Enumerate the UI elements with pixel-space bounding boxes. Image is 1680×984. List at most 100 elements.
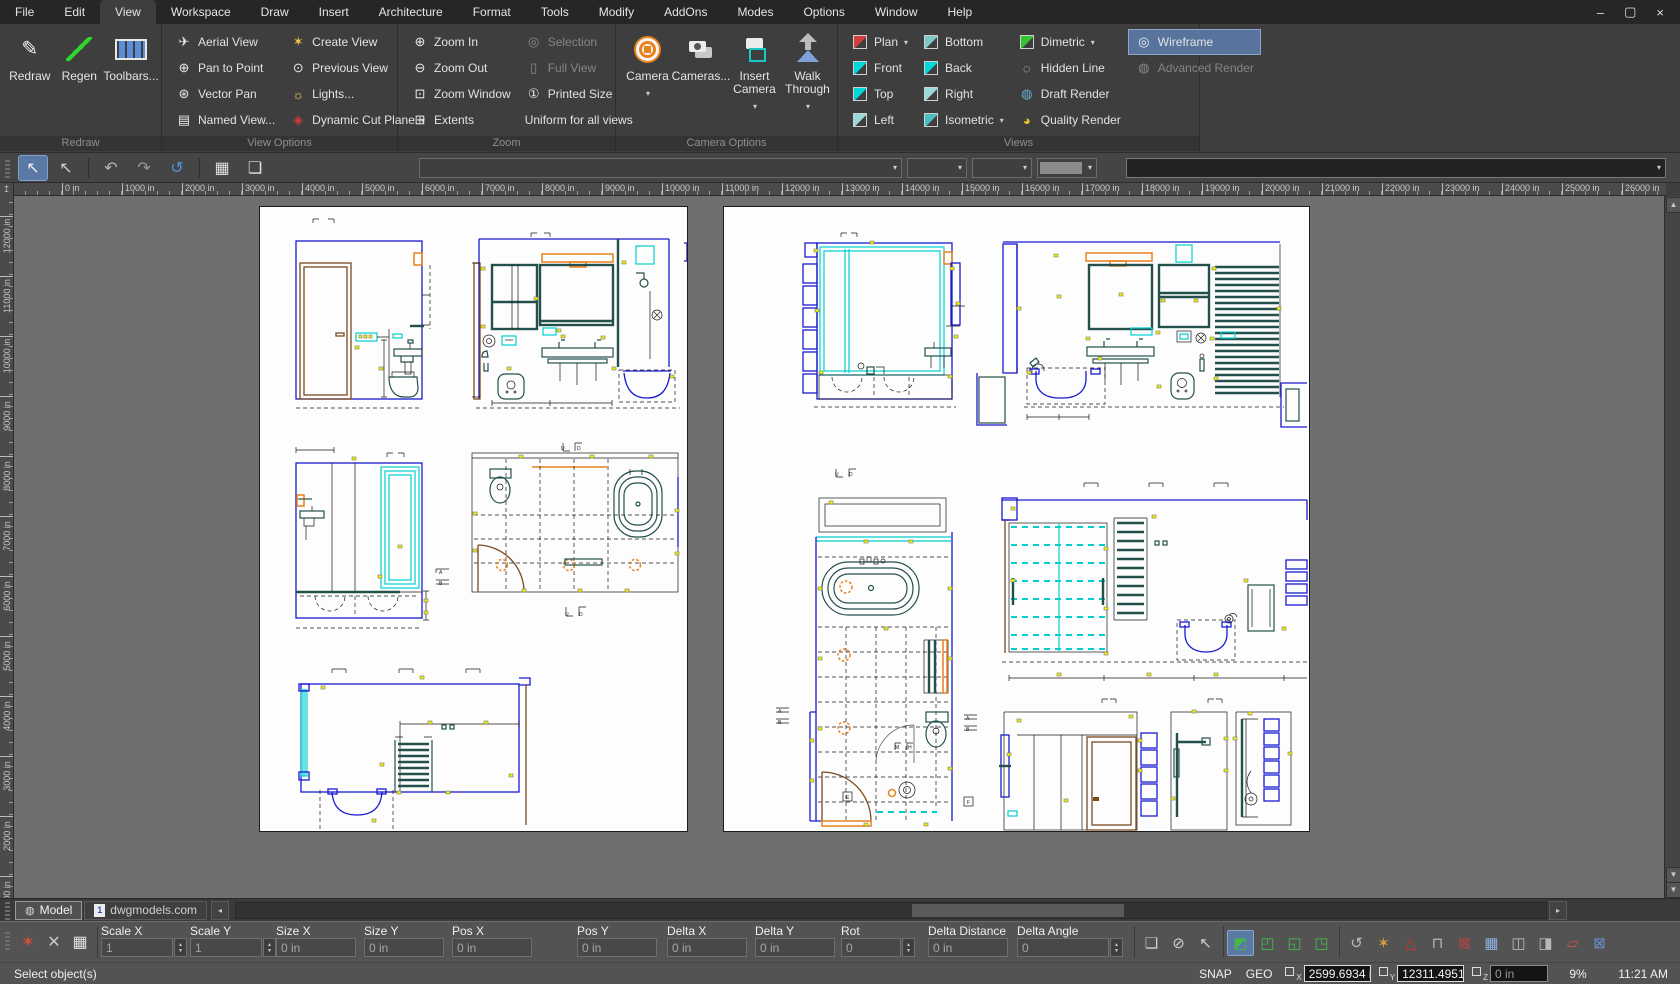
canvas-vertical-scrollbar[interactable]: ▲▼▼ [1664,196,1680,898]
size-x-input[interactable]: 0 in [276,938,356,957]
coordinate-z-field[interactable]: 0 in [1490,965,1548,982]
menu-tools[interactable]: Tools [526,0,584,24]
axis-checkbox-icon[interactable] [1379,967,1388,976]
hidden-line-button[interactable]: ◌Hidden Line [1011,55,1128,81]
zoom-window-button[interactable]: ⊡Zoom Window [404,81,518,107]
scale-x-input[interactable]: 1 [101,938,173,957]
size-y-input[interactable]: 0 in [364,938,444,957]
menu-workspace[interactable]: Workspace [156,0,246,24]
vector-pan-button[interactable]: ⊛Vector Pan [168,81,282,107]
node-select-icon[interactable]: ↖ [52,156,80,180]
walk-through-button[interactable]: Walk Through▾ [782,27,833,132]
hide-object-icon[interactable]: ⊘ [1165,930,1192,956]
delta-warning-icon[interactable]: △ [1397,930,1424,956]
camera-button[interactable]: Camera▾ [622,27,673,132]
coords-pick-icon[interactable]: ✶ [15,929,41,955]
wireframe-button[interactable]: ◎Wireframe [1128,29,1261,55]
draft-render-button[interactable]: ◍Draft Render [1011,81,1128,107]
delta-distance-input[interactable]: 0 in [928,938,1008,957]
menu-insert[interactable]: Insert [304,0,364,24]
aerial-view-button[interactable]: ✈Aerial View [168,29,282,55]
back-button[interactable]: Back [915,55,1011,81]
top-button[interactable]: Top [844,81,915,107]
toolbars-button[interactable]: Toolbars... [105,27,157,132]
propsbar-grip[interactable] [5,930,10,950]
delta-y-input[interactable]: 0 in [755,938,835,957]
tab-scroll-left-button[interactable]: ◂ [211,901,229,920]
regen-button[interactable]: Regen [56,27,104,132]
horizontal-scroll-thumb[interactable] [912,904,1124,917]
loop-select-icon[interactable]: ↺ [163,156,191,180]
coordinate-x-field[interactable]: 2599.6934 in [1304,965,1371,982]
extents-button[interactable]: ⊞Extents [404,107,518,133]
cameras-button[interactable]: Cameras... [675,27,727,132]
menu-help[interactable]: Help [933,0,988,24]
explode-icon[interactable]: ✶ [1370,930,1397,956]
sheets-icon[interactable]: ❏ [241,156,269,180]
menu-addons[interactable]: AddOns [649,0,722,24]
axis-checkbox-icon[interactable] [1285,967,1294,976]
menu-format[interactable]: Format [458,0,526,24]
crossing-select-icon[interactable]: ◱ [1281,930,1308,956]
polygon-select-icon[interactable]: ◰ [1254,930,1281,956]
match-icon[interactable]: ◨ [1532,930,1559,956]
toggle-geo[interactable]: GEO [1243,967,1276,981]
canvas-horizontal-scrollbar[interactable] [235,902,1547,919]
menu-draw[interactable]: Draw [246,0,304,24]
array-icon[interactable]: ▦ [1478,930,1505,956]
spinner[interactable]: ▲▼ [174,938,187,957]
zoom-in-button[interactable]: ⊕Zoom In [404,29,518,55]
window-select-icon[interactable]: ◩ [1227,930,1254,956]
pan-to-point-button[interactable]: ⊕Pan to Point [168,55,282,81]
tabbar-grip[interactable] [5,900,10,920]
node-edit-icon[interactable]: ↖ [1192,930,1219,956]
dimetric-button[interactable]: Dimetric▾ [1011,29,1128,55]
rotate-icon[interactable]: ↺ [1343,930,1370,956]
spinner[interactable]: ▲▼ [263,938,276,957]
redraw-button[interactable]: ✎Redraw [6,27,54,132]
close-icon[interactable]: × [1656,5,1664,20]
lineweight-combo[interactable]: ▾ [1037,158,1097,178]
menu-edit[interactable]: Edit [49,0,100,24]
minimize-icon[interactable]: – [1597,5,1604,20]
menu-architecture[interactable]: Architecture [364,0,458,24]
isometric-button[interactable]: Isometric▾ [915,107,1011,133]
table-icon[interactable]: ▦ [208,156,236,180]
tab-dwgmodels-com[interactable]: 1dwgmodels.com [84,901,207,920]
delta-angle-input[interactable]: 0 [1017,938,1109,957]
linetype-combo[interactable]: ▾ [972,158,1032,178]
pan-object-icon[interactable]: ❏ [1138,930,1165,956]
offset-icon[interactable]: ◫ [1505,930,1532,956]
spinner[interactable]: ▲▼ [1110,938,1123,957]
right-button[interactable]: Right [915,81,1011,107]
menu-modes[interactable]: Modes [722,0,788,24]
toggle-snap[interactable]: SNAP [1196,967,1235,981]
redo-icon[interactable]: ↷ [130,156,158,180]
toolbar-grip[interactable] [5,158,10,178]
drawing-canvas[interactable]: UDUDAB [14,196,1666,898]
pos-y-input[interactable]: 0 in [577,938,657,957]
pos-x-input[interactable]: 0 in [452,938,532,957]
rot-input[interactable]: 0 [841,938,901,957]
plan-button[interactable]: Plan▾ [844,29,915,55]
stamp-icon[interactable]: ⊓ [1424,930,1451,956]
scroll-down-button[interactable]: ▼ [1666,867,1680,883]
color-combo[interactable]: ▾ [907,158,967,178]
scroll-up-button[interactable]: ▲ [1666,197,1680,213]
spinner[interactable]: ▲▼ [902,938,915,957]
clip-icon[interactable]: ⊠ [1586,930,1613,956]
restore-icon[interactable]: ▢ [1624,4,1636,20]
menu-window[interactable]: Window [860,0,933,24]
scale-y-input[interactable]: 1 [190,938,262,957]
menu-view[interactable]: View [100,0,156,24]
tab-model[interactable]: ◍Model [15,901,82,920]
axis-checkbox-icon[interactable] [1472,967,1481,976]
fence-select-icon[interactable]: ◳ [1308,930,1335,956]
no-border-icon[interactable]: ⊠ [1451,930,1478,956]
left-button[interactable]: Left [844,107,915,133]
bottom-button[interactable]: Bottom [915,29,1011,55]
quality-render-button[interactable]: ◕Quality Render [1011,107,1128,133]
coordinate-y-field[interactable]: 12311.4951 in [1397,965,1464,982]
grid-panel-icon[interactable]: ▦ [67,929,93,955]
front-button[interactable]: Front [844,55,915,81]
